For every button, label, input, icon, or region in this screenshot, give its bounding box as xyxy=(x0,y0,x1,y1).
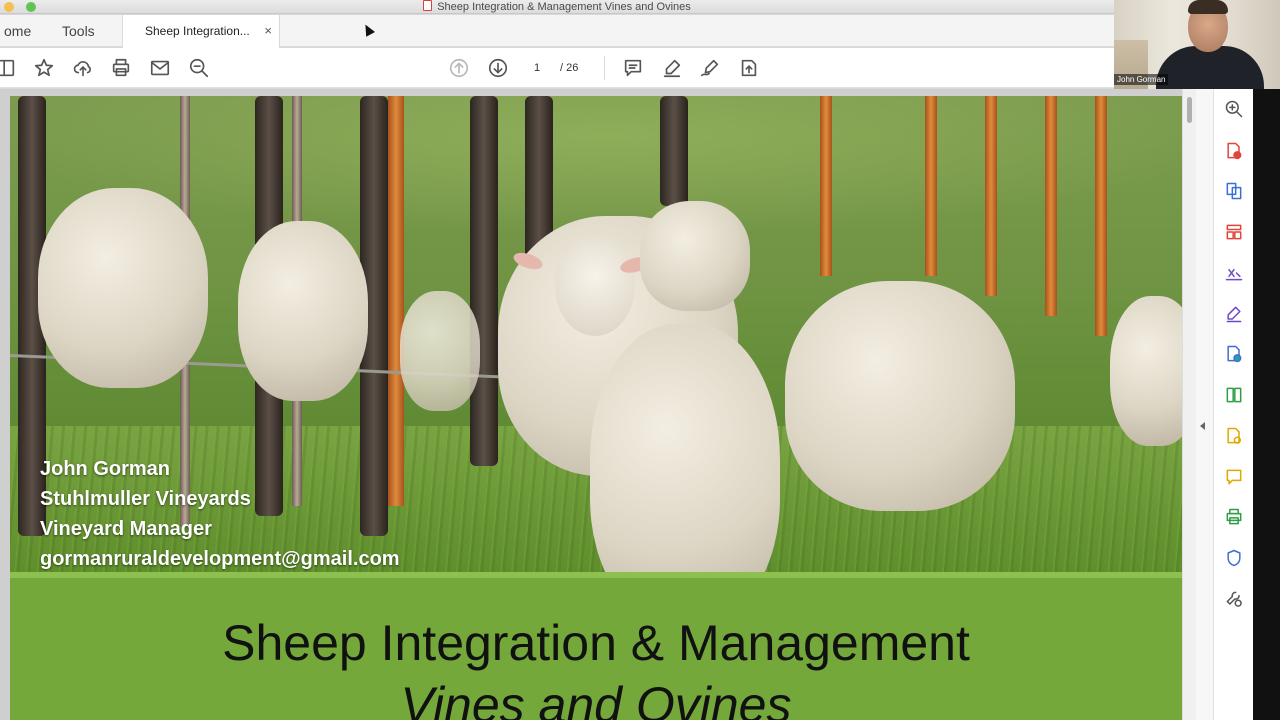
next-page-icon[interactable] xyxy=(486,56,510,80)
vertical-scrollbar[interactable] xyxy=(1182,89,1196,720)
participant-body xyxy=(1156,46,1264,89)
tab-bar: ome Tools Sheep Integration... × xyxy=(0,15,1114,48)
scrollbar-thumb[interactable] xyxy=(1187,97,1192,123)
vine-stake xyxy=(388,96,404,506)
vine-stake xyxy=(1095,96,1107,336)
fill-sign-icon[interactable] xyxy=(1222,302,1246,326)
right-tools-pane xyxy=(1213,89,1253,720)
participant-hair xyxy=(1188,0,1228,14)
comment-tool-icon[interactable] xyxy=(1222,465,1246,489)
vine-stake xyxy=(820,96,832,276)
main-toolbar: 1 / 26 xyxy=(0,48,1114,88)
sheep xyxy=(785,281,1015,511)
participant-name: John Gorman xyxy=(1114,74,1169,85)
sheep xyxy=(640,201,750,311)
highlight-pen-icon[interactable] xyxy=(660,56,684,80)
window-edge xyxy=(1253,89,1280,720)
presenter-caption: John Gorman Stuhlmuller Vineyards Vineya… xyxy=(40,454,400,572)
close-tab-icon[interactable]: × xyxy=(264,15,272,47)
create-pdf-icon[interactable] xyxy=(1222,139,1246,163)
scan-icon[interactable] xyxy=(1222,424,1246,448)
window-titlebar: Sheep Integration & Management Vines and… xyxy=(0,0,1114,14)
upload-icon[interactable] xyxy=(71,56,95,80)
print-icon[interactable] xyxy=(109,56,133,80)
combine-files-icon[interactable] xyxy=(1222,342,1246,366)
bookmark-star-icon[interactable] xyxy=(32,56,56,80)
print-production-icon[interactable] xyxy=(1222,505,1246,529)
compress-pdf-icon[interactable] xyxy=(1222,383,1246,407)
tab-document[interactable]: Sheep Integration... × xyxy=(122,15,280,48)
participant-video[interactable]: John Gorman xyxy=(1114,0,1280,89)
edit-text-icon[interactable] xyxy=(1222,261,1246,285)
window-title: Sheep Integration & Management Vines and… xyxy=(0,0,1114,14)
tab-tools[interactable]: Tools xyxy=(62,15,95,47)
presenter-email: gormanruraldevelopment@gmail.com xyxy=(40,548,400,570)
title-band: Sheep Integration & Management Vines and… xyxy=(10,572,1182,720)
tab-document-label: Sheep Integration... xyxy=(145,24,250,38)
presenter-role: Vineyard Manager xyxy=(40,518,212,540)
sheep xyxy=(400,291,480,411)
sheep xyxy=(590,324,780,572)
presenter-name: John Gorman xyxy=(40,458,171,480)
sheep-head xyxy=(555,236,635,336)
zoom-out-icon[interactable] xyxy=(187,56,211,80)
page-number-input[interactable]: 1 xyxy=(518,58,556,78)
page-total: / 26 xyxy=(560,62,579,74)
presenter-company: Stuhlmuller Vineyards xyxy=(40,488,251,510)
share-icon[interactable] xyxy=(737,56,761,80)
sidebar-icon[interactable] xyxy=(0,56,18,80)
tools-panel-gutter xyxy=(1196,89,1214,720)
toolbar-divider xyxy=(604,56,605,80)
sheep xyxy=(238,221,368,401)
slide-subtitle: Vines and Ovines xyxy=(400,677,792,720)
window-title-text: Sheep Integration & Management Vines and… xyxy=(437,1,691,13)
pdf-slide: John Gorman Stuhlmuller Vineyards Vineya… xyxy=(10,96,1182,720)
sheep xyxy=(38,188,208,388)
sheep xyxy=(1110,296,1182,446)
protect-icon[interactable] xyxy=(1222,546,1246,570)
vine-trunk xyxy=(470,96,498,466)
email-icon[interactable] xyxy=(148,56,172,80)
collapse-panel-icon[interactable] xyxy=(1200,422,1205,430)
vine-stake xyxy=(1045,96,1057,316)
comment-icon[interactable] xyxy=(621,56,645,80)
pdf-document-icon xyxy=(423,0,433,11)
slide-title: Sheep Integration & Management xyxy=(222,615,970,671)
vine-trunk xyxy=(660,96,688,206)
vine-stake xyxy=(985,96,997,296)
vineyard-sheep-photo: John Gorman Stuhlmuller Vineyards Vineya… xyxy=(10,96,1182,572)
sign-icon[interactable] xyxy=(698,56,722,80)
more-tools-icon[interactable] xyxy=(1222,587,1246,611)
organize-pages-icon[interactable] xyxy=(1222,220,1246,244)
tab-home[interactable]: ome xyxy=(4,15,31,47)
export-pdf-icon[interactable] xyxy=(1222,179,1246,203)
vine-stake xyxy=(925,96,937,276)
screen: Sheep Integration & Management Vines and… xyxy=(0,0,1280,720)
zoom-icon[interactable] xyxy=(1222,97,1246,121)
previous-page-icon[interactable] xyxy=(447,56,471,80)
